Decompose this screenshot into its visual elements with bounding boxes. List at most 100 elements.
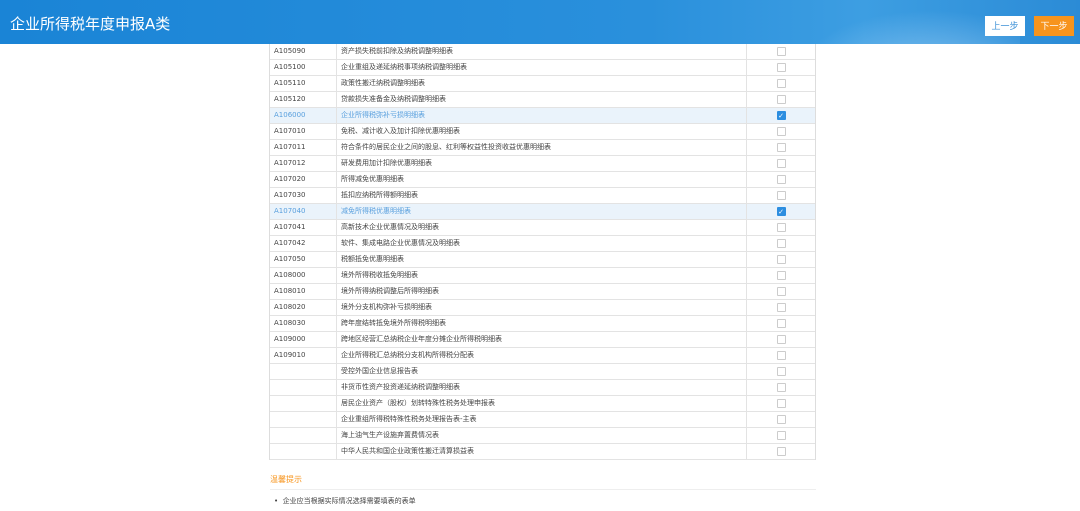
form-name[interactable]: 受控外国企业信息报告表 [337,364,747,379]
form-name[interactable]: 境外所得纳税调整后所得明细表 [337,284,747,299]
form-name[interactable]: 免税、减计收入及加计扣除优惠明细表 [337,124,747,139]
form-code: A109010 [270,348,337,363]
next-step-button[interactable]: 下一步 [1034,16,1074,36]
checkbox-cell [747,412,815,427]
select-checkbox[interactable] [776,127,786,136]
form-name[interactable]: 所得减免优惠明细表 [337,172,747,187]
checkbox-cell [747,124,815,139]
select-checkbox[interactable] [776,79,786,88]
checkbox-cell [747,268,815,283]
form-name[interactable]: 抵扣应纳税所得额明细表 [337,188,747,203]
select-checkbox[interactable] [776,175,786,184]
form-name[interactable]: 高新技术企业优惠情况及明细表 [337,220,747,235]
table-row[interactable]: 企业重组所得税特殊性税务处理报告表-主表 [270,412,815,428]
select-checkbox[interactable] [776,431,786,440]
form-name[interactable]: 中华人民共和国企业政策性搬迁清算损益表 [337,444,747,459]
form-name[interactable]: 境外所得税收抵免明细表 [337,268,747,283]
select-checkbox[interactable] [776,47,786,56]
select-checkbox[interactable] [776,367,786,376]
table-row[interactable]: 中华人民共和国企业政策性搬迁清算损益表 [270,444,815,460]
form-name[interactable]: 研发费用加计扣除优惠明细表 [337,156,747,171]
table-row[interactable]: A105090 资产损失税前扣除及纳税调整明细表 [270,44,815,60]
table-row[interactable]: 非货币性资产投资递延纳税调整明细表 [270,380,815,396]
form-name[interactable]: 贷款损失准备金及纳税调整明细表 [337,92,747,107]
table-row[interactable]: 居民企业资产（股权）划转特殊性税务处理申报表 [270,396,815,412]
table-row[interactable]: A108010 境外所得纳税调整后所得明细表 [270,284,815,300]
select-checkbox[interactable]: ✓ [776,111,786,120]
table-row[interactable]: 海上油气生产设施弃置费情况表 [270,428,815,444]
form-selection-table: A105090 资产损失税前扣除及纳税调整明细表 A105100 企业重组及递延纳税事… [269,44,816,460]
form-name[interactable]: 税额抵免优惠明细表 [337,252,747,267]
table-row[interactable]: A108020 境外分支机构弥补亏损明细表 [270,300,815,316]
form-name[interactable]: 居民企业资产（股权）划转特殊性税务处理申报表 [337,396,747,411]
form-name[interactable]: 境外分支机构弥补亏损明细表 [337,300,747,315]
form-code: A108020 [270,300,337,315]
select-checkbox[interactable] [776,271,786,280]
table-row[interactable]: A107012 研发费用加计扣除优惠明细表 [270,156,815,172]
table-row[interactable]: 受控外国企业信息报告表 [270,364,815,380]
form-name[interactable]: 政策性搬迁纳税调整明细表 [337,76,747,91]
form-name[interactable]: 符合条件的居民企业之间的股息、红利等权益性投资收益优惠明细表 [337,140,747,155]
form-code: A105100 [270,60,337,75]
table-row[interactable]: A107050 税额抵免优惠明细表 [270,252,815,268]
form-name[interactable]: 企业所得税弥补亏损明细表 [337,108,747,123]
table-row[interactable]: A105110 政策性搬迁纳税调整明细表 [270,76,815,92]
form-code: A108030 [270,316,337,331]
form-name[interactable]: 企业重组及递延纳税事项纳税调整明细表 [337,60,747,75]
checkbox-cell [747,332,815,347]
table-row[interactable]: A109000 跨地区经营汇总纳税企业年度分摊企业所得税明细表 [270,332,815,348]
select-checkbox[interactable] [776,287,786,296]
checkbox-cell: ✓ [747,108,815,123]
table-row[interactable]: A109010 企业所得税汇总纳税分支机构所得税分配表 [270,348,815,364]
table-row[interactable]: A108030 跨年度结转抵免境外所得税明细表 [270,316,815,332]
table-row[interactable]: A105120 贷款损失准备金及纳税调整明细表 [270,92,815,108]
form-code [270,364,337,379]
select-checkbox[interactable] [776,335,786,344]
form-name[interactable]: 资产损失税前扣除及纳税调整明细表 [337,44,747,59]
page-title: 企业所得税年度申报A类 [10,15,171,33]
checkbox-cell [747,364,815,379]
select-checkbox[interactable] [776,399,786,408]
table-row[interactable]: A108000 境外所得税收抵免明细表 [270,268,815,284]
checkbox-cell [747,188,815,203]
table-row[interactable]: A107041 高新技术企业优惠情况及明细表 [270,220,815,236]
form-code: A107010 [270,124,337,139]
form-name[interactable]: 跨年度结转抵免境外所得税明细表 [337,316,747,331]
table-row[interactable]: A107040 减免所得税优惠明细表 ✓ [270,204,815,220]
select-checkbox[interactable] [776,383,786,392]
select-checkbox[interactable]: ✓ [776,207,786,216]
form-name[interactable]: 跨地区经营汇总纳税企业年度分摊企业所得税明细表 [337,332,747,347]
select-checkbox[interactable] [776,303,786,312]
select-checkbox[interactable] [776,239,786,248]
select-checkbox[interactable] [776,159,786,168]
select-checkbox[interactable] [776,351,786,360]
table-row[interactable]: A107020 所得减免优惠明细表 [270,172,815,188]
select-checkbox[interactable] [776,143,786,152]
form-name[interactable]: 企业重组所得税特殊性税务处理报告表-主表 [337,412,747,427]
table-row[interactable]: A107042 软件、集成电路企业优惠情况及明细表 [270,236,815,252]
table-row[interactable]: A107010 免税、减计收入及加计扣除优惠明细表 [270,124,815,140]
prev-step-button[interactable]: 上一步 [985,16,1025,36]
select-checkbox[interactable] [776,447,786,456]
table-row[interactable]: A107011 符合条件的居民企业之间的股息、红利等权益性投资收益优惠明细表 [270,140,815,156]
select-checkbox[interactable] [776,63,786,72]
form-name[interactable]: 企业所得税汇总纳税分支机构所得税分配表 [337,348,747,363]
tip-text: 企业应当根据实际情况选择需要填表的表单 [282,497,416,505]
checkbox-cell [747,156,815,171]
select-checkbox[interactable] [776,95,786,104]
form-code: A106000 [270,108,337,123]
select-checkbox[interactable] [776,255,786,264]
form-name[interactable]: 软件、集成电路企业优惠情况及明细表 [337,236,747,251]
form-name[interactable]: 减免所得税优惠明细表 [337,204,747,219]
select-checkbox[interactable] [776,223,786,232]
form-code: A107030 [270,188,337,203]
table-row[interactable]: A105100 企业重组及递延纳税事项纳税调整明细表 [270,60,815,76]
form-name[interactable]: 海上油气生产设施弃置费情况表 [337,428,747,443]
checkbox-cell [747,44,815,59]
table-row[interactable]: A106000 企业所得税弥补亏损明细表 ✓ [270,108,815,124]
select-checkbox[interactable] [776,191,786,200]
form-name[interactable]: 非货币性资产投资递延纳税调整明细表 [337,380,747,395]
select-checkbox[interactable] [776,415,786,424]
table-row[interactable]: A107030 抵扣应纳税所得额明细表 [270,188,815,204]
select-checkbox[interactable] [776,319,786,328]
